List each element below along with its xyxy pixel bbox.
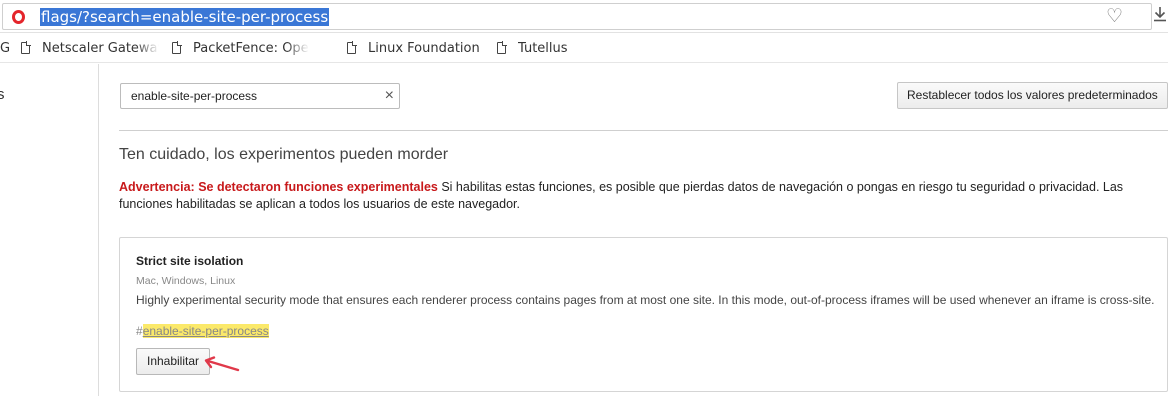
sidebar: s (0, 64, 99, 396)
permalink-hash: # (136, 324, 143, 338)
bookmark-label: Netscaler Gateway (42, 40, 159, 56)
experiment-permalink[interactable]: #enable-site-per-process (136, 324, 269, 338)
bookmarks-bar: G Netscaler Gateway PacketFence: Ope Lin… (0, 33, 1168, 63)
bookmark-item[interactable]: PacketFence: Ope (172, 39, 310, 57)
search-value[interactable]: enable-site-per-process (131, 89, 257, 103)
warning-label: Advertencia: Se detectaron funciones exp… (119, 180, 438, 194)
heart-icon[interactable]: ♡ (1106, 7, 1123, 27)
url-text[interactable]: flags/?search=enable-site-per-process (40, 8, 330, 26)
bookmark-label: PacketFence: Ope (193, 40, 309, 56)
page-icon (497, 41, 507, 54)
page-icon (21, 41, 31, 54)
search-input[interactable]: enable-site-per-process × (120, 83, 400, 109)
red-arrow-annotation (204, 356, 240, 372)
sidebar-title-fragment: s (0, 86, 5, 103)
download-icon[interactable] (1153, 6, 1167, 22)
experiment-description: Highly experimental security mode that e… (136, 293, 1155, 307)
bookmark-label: G (0, 40, 11, 56)
bookmark-label: Tutellus (518, 40, 568, 56)
bookmark-item[interactable]: Tutellus (497, 39, 587, 57)
page-icon (172, 41, 182, 54)
experiment-card: Strict site isolation Mac, Windows, Linu… (119, 237, 1168, 392)
opera-logo-icon[interactable] (12, 10, 25, 24)
divider (119, 130, 1168, 131)
address-bar: flags/?search=enable-site-per-process ♡ (0, 0, 1168, 33)
bookmark-item[interactable]: G (0, 39, 12, 57)
page-icon (347, 41, 357, 54)
experiment-title: Strict site isolation (136, 254, 244, 268)
permalink-name[interactable]: enable-site-per-process (142, 324, 269, 338)
clear-icon[interactable]: × (385, 86, 394, 106)
bookmark-item[interactable]: Netscaler Gateway (21, 39, 159, 57)
disable-button[interactable]: Inhabilitar (136, 348, 210, 375)
experiment-platforms: Mac, Windows, Linux (136, 275, 236, 287)
bookmark-label: Linux Foundation (368, 40, 480, 56)
bookmark-item[interactable]: Linux Foundation (347, 39, 487, 57)
warning-message: Advertencia: Se detectaron funciones exp… (119, 179, 1164, 213)
page-title: Ten cuidado, los experimentos pueden mor… (119, 146, 449, 163)
url-field[interactable]: flags/?search=enable-site-per-process ♡ (2, 3, 1152, 30)
reset-all-button[interactable]: Restablecer todos los valores predetermi… (897, 82, 1168, 109)
